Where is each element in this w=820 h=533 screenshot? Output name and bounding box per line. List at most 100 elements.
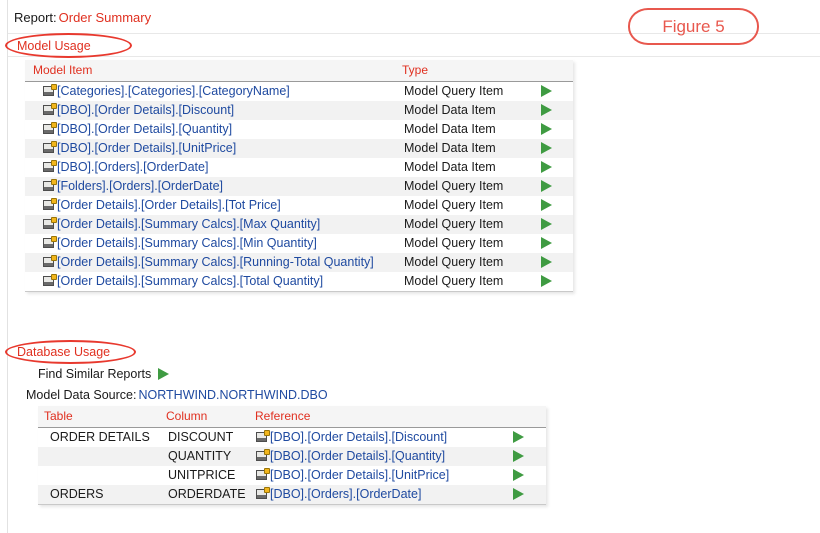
model-item-cell: [DBO].[Orders].[OrderDate] <box>25 158 400 177</box>
table-row: UNITPRICE [DBO].[Order Details].[UnitPric… <box>38 466 546 485</box>
model-item-link[interactable]: [DBO].[Order Details].[Discount] <box>57 103 234 117</box>
row-action-cell <box>535 101 573 120</box>
model-item-type-cell: Model Query Item <box>400 215 535 234</box>
go-arrow-icon[interactable] <box>541 85 552 97</box>
report-name: Order Summary <box>58 10 152 25</box>
table-row: QUANTITY [DBO].[Order Details].[Quantity] <box>38 447 546 466</box>
row-action-cell <box>507 485 546 504</box>
row-action-cell <box>535 139 573 158</box>
model-item-cell: [DBO].[Order Details].[UnitPrice] <box>25 139 400 158</box>
model-item-link[interactable]: [Order Details].[Summary Calcs].[Min Qua… <box>57 236 317 250</box>
go-arrow-icon[interactable] <box>541 123 552 135</box>
column-header-action <box>507 406 546 428</box>
model-item-link[interactable]: [Folders].[Orders].[OrderDate] <box>57 179 223 193</box>
model-item-cell: [Folders].[Orders].[OrderDate] <box>25 177 400 196</box>
model-item-icon <box>43 198 57 211</box>
row-action-cell <box>535 81 573 101</box>
go-arrow-icon[interactable] <box>541 199 552 211</box>
db-reference-cell: [DBO].[Order Details].[UnitPrice] <box>255 466 507 485</box>
db-reference-link[interactable]: [DBO].[Order Details].[Quantity] <box>270 449 445 463</box>
model-item-cell: [Order Details].[Summary Calcs].[Running… <box>25 253 400 272</box>
model-item-link[interactable]: [DBO].[Order Details].[Quantity] <box>57 122 232 136</box>
model-item-icon <box>43 236 57 249</box>
model-item-cell: [DBO].[Order Details].[Quantity] <box>25 120 400 139</box>
model-usage-section-label: Model Usage <box>17 38 91 53</box>
row-action-cell <box>535 253 573 272</box>
go-arrow-icon[interactable] <box>513 469 524 481</box>
column-header-type: Type <box>400 60 535 82</box>
row-action-cell <box>535 215 573 234</box>
go-arrow-icon[interactable] <box>513 431 524 443</box>
model-usage-annotation-oval: Model Usage <box>5 33 132 58</box>
model-item-link[interactable]: [Order Details].[Summary Calcs].[Total Q… <box>57 274 323 288</box>
model-item-type-cell: Model Query Item <box>400 81 535 101</box>
model-item-cell: [Order Details].[Order Details].[Tot Pri… <box>25 196 400 215</box>
model-item-link[interactable]: [Order Details].[Order Details].[Tot Pri… <box>57 198 281 212</box>
model-item-cell: [Order Details].[Summary Calcs].[Total Q… <box>25 272 400 291</box>
column-header-model-item: Model Item <box>25 60 400 82</box>
model-item-type-cell: Model Data Item <box>400 120 535 139</box>
model-data-source-value: NORTHWIND.NORTHWIND.DBO <box>138 388 328 402</box>
database-usage-annotation-oval: Database Usage <box>5 340 136 364</box>
go-arrow-icon[interactable] <box>541 161 552 173</box>
column-header-action <box>535 60 573 82</box>
table-header-row: Model Item Type <box>25 60 573 82</box>
go-arrow-icon[interactable] <box>541 256 552 268</box>
db-column-cell: ORDERDATE <box>166 485 255 504</box>
row-action-cell <box>507 447 546 466</box>
go-arrow-icon[interactable] <box>541 180 552 192</box>
db-column-cell: QUANTITY <box>166 447 255 466</box>
find-similar-reports-label: Find Similar Reports <box>38 367 152 381</box>
database-usage-section-label: Database Usage <box>17 345 111 359</box>
report-lineage-page: Report: Order Summary Figure 5 Model Usag… <box>0 0 820 533</box>
model-item-link[interactable]: [Order Details].[Summary Calcs].[Running… <box>57 255 374 269</box>
figure-annotation-oval: Figure 5 <box>628 8 759 45</box>
row-action-cell <box>535 196 573 215</box>
model-item-link[interactable]: [DBO].[Orders].[OrderDate] <box>57 160 208 174</box>
table-row: [Order Details].[Summary Calcs].[Max Qua… <box>25 215 573 234</box>
table-row: [DBO].[Order Details].[UnitPrice] Model D… <box>25 139 573 158</box>
table-header-row: Table Column Reference <box>38 406 546 428</box>
model-item-icon <box>256 449 270 462</box>
db-reference-cell: [DBO].[Orders].[OrderDate] <box>255 485 507 504</box>
report-label: Report: <box>14 10 57 25</box>
db-reference-link[interactable]: [DBO].[Order Details].[UnitPrice] <box>270 468 449 482</box>
db-table-cell: ORDER DETAILS <box>38 427 166 447</box>
page-divider-second <box>8 56 820 57</box>
model-item-link[interactable]: [Order Details].[Summary Calcs].[Max Qua… <box>57 217 320 231</box>
table-row: [DBO].[Order Details].[Quantity] Model Da… <box>25 120 573 139</box>
find-similar-reports-row[interactable]: Find Similar Reports <box>38 367 170 381</box>
db-reference-link[interactable]: [DBO].[Orders].[OrderDate] <box>270 487 421 501</box>
model-item-icon <box>43 255 57 268</box>
db-reference-link[interactable]: [DBO].[Order Details].[Discount] <box>270 430 447 444</box>
model-item-icon <box>43 217 57 230</box>
model-item-link[interactable]: [DBO].[Order Details].[UnitPrice] <box>57 141 236 155</box>
row-action-cell <box>507 427 546 447</box>
model-item-type-cell: Model Query Item <box>400 234 535 253</box>
model-item-icon <box>43 179 57 192</box>
model-item-icon <box>43 160 57 173</box>
go-arrow-icon[interactable] <box>541 237 552 249</box>
model-item-icon <box>43 103 57 116</box>
db-table-cell: ORDERS <box>38 485 166 504</box>
table-row: [Categories].[Categories].[CategoryName]… <box>25 81 573 101</box>
go-arrow-icon[interactable] <box>541 218 552 230</box>
go-arrow-icon[interactable] <box>158 368 170 380</box>
model-item-cell: [Categories].[Categories].[CategoryName] <box>25 81 400 101</box>
db-table-cell <box>38 466 166 485</box>
model-item-link[interactable]: [Categories].[Categories].[CategoryName] <box>57 84 290 98</box>
table-row: [Order Details].[Summary Calcs].[Min Qua… <box>25 234 573 253</box>
model-usage-table: Model Item Type [Categories].[Categories… <box>25 60 573 292</box>
db-column-cell: UNITPRICE <box>166 466 255 485</box>
row-action-cell <box>535 120 573 139</box>
model-item-icon <box>256 430 270 443</box>
table-row: [Folders].[Orders].[OrderDate] Model Quer… <box>25 177 573 196</box>
go-arrow-icon[interactable] <box>513 488 524 500</box>
go-arrow-icon[interactable] <box>541 104 552 116</box>
go-arrow-icon[interactable] <box>541 275 552 287</box>
model-item-icon <box>43 122 57 135</box>
database-usage-table: Table Column Reference ORDER DETAILS DISC… <box>38 406 546 505</box>
report-title-line: Report: Order Summary <box>14 10 151 25</box>
go-arrow-icon[interactable] <box>513 450 524 462</box>
go-arrow-icon[interactable] <box>541 142 552 154</box>
